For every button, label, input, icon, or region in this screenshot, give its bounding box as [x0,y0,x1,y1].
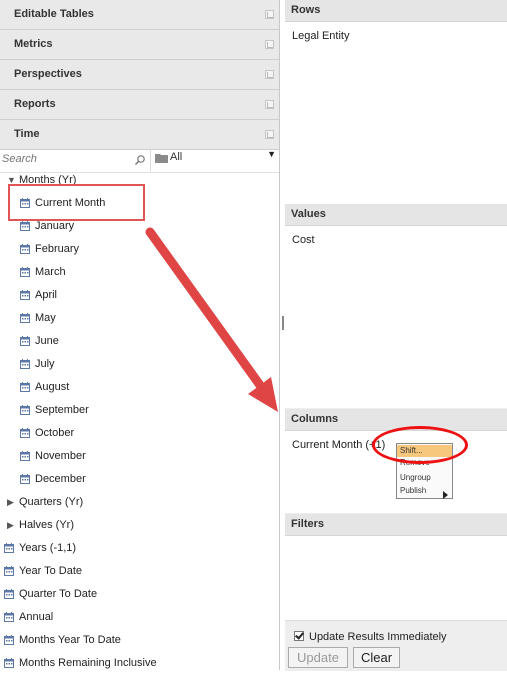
annotation-arrow [145,227,278,412]
